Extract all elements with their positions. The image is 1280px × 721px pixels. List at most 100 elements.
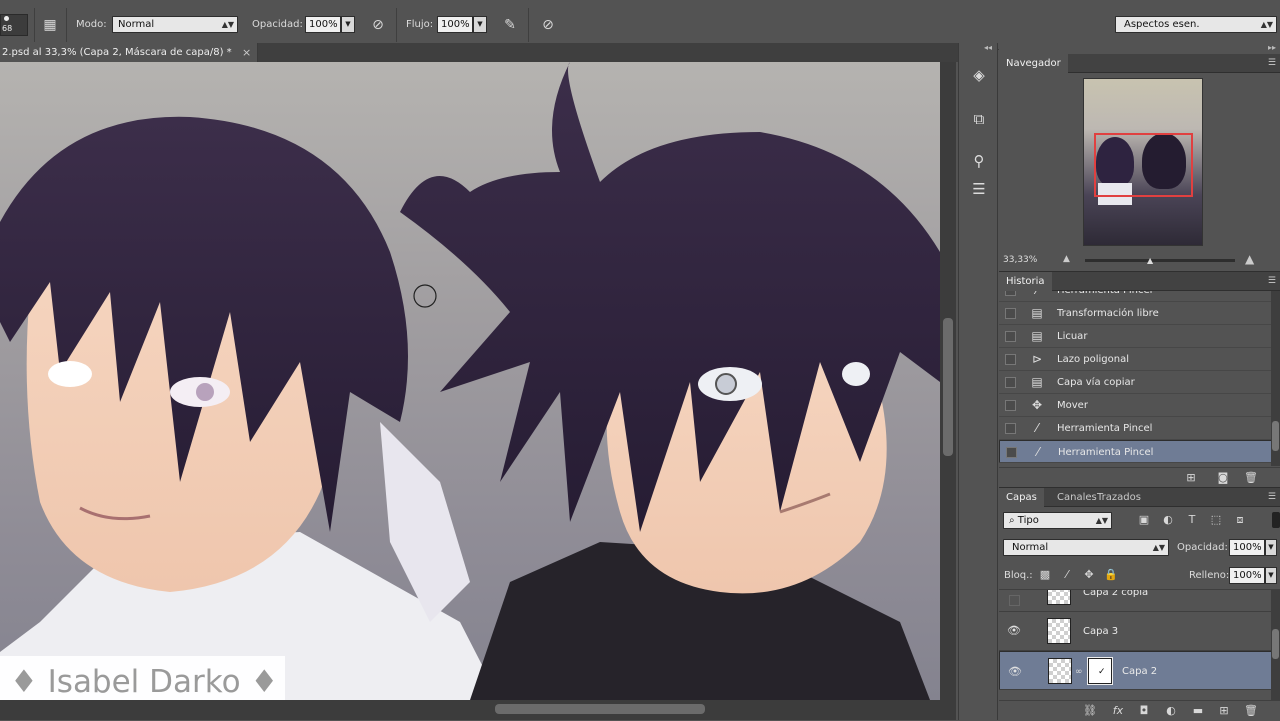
navigator-thumbnail[interactable]	[1083, 78, 1203, 246]
info-panel-icon[interactable]: ◈	[967, 63, 991, 87]
chain-link-icon[interactable]: ∞	[1075, 665, 1083, 680]
history-snapshot-checkbox[interactable]	[1005, 377, 1016, 388]
navigator-zoom-value[interactable]: 33,33%	[1003, 255, 1037, 265]
layers-scrollbar[interactable]	[1271, 589, 1280, 700]
history-snapshot-checkbox[interactable]	[1005, 400, 1016, 411]
visibility-toggle-empty[interactable]	[1009, 595, 1020, 606]
lock-position-icon[interactable]: ✥	[1081, 568, 1097, 581]
airbrush-icon[interactable]: ✎	[500, 15, 520, 35]
filter-smart-object-icon[interactable]: ⧈	[1232, 513, 1248, 527]
blend-mode-value: Normal	[1012, 542, 1049, 553]
fill-input[interactable]: 100%	[1229, 567, 1265, 584]
history-snapshot-checkbox[interactable]	[1005, 291, 1016, 296]
history-item[interactable]: ⊳ Lazo poligonal	[999, 348, 1271, 371]
trash-icon[interactable]: 🗑	[1243, 471, 1259, 484]
zoom-slider[interactable]: ▲	[1085, 256, 1235, 265]
flow-dropdown-button[interactable]: ▼	[473, 16, 487, 33]
mode-select[interactable]: Normal ▲▼	[112, 16, 238, 33]
flow-input[interactable]: 100%	[437, 16, 473, 33]
workspace-select[interactable]: Aspectos esen. ▲▼	[1115, 16, 1277, 33]
blend-mode-select[interactable]: Normal ▲▼	[1003, 539, 1169, 556]
document-tab[interactable]: 2.psd al 33,3% (Capa 2, Máscara de capa/…	[0, 43, 258, 62]
history-item[interactable]: ⁄ Herramienta Pincel	[999, 417, 1271, 440]
history-snapshot-checkbox[interactable]	[1005, 331, 1016, 342]
brush-size-value: 68	[2, 24, 13, 33]
filter-adjustment-icon[interactable]: ◐	[1160, 513, 1176, 526]
pressure-opacity-icon[interactable]: ⊘	[368, 15, 388, 35]
history-item-label: Herramienta Pincel	[1058, 447, 1154, 458]
filter-toggle[interactable]	[1272, 512, 1280, 528]
tab-navigator[interactable]: Navegador	[999, 54, 1068, 73]
layer-row[interactable]: Capa 2 copia	[999, 589, 1271, 612]
history-item[interactable]: ▤ Transformación libre	[999, 302, 1271, 325]
panel-menu-icon[interactable]: ☰	[1268, 492, 1276, 502]
layer-mask-thumbnail[interactable]: ✓	[1087, 657, 1113, 685]
layers-scroll-thumb[interactable]	[1272, 629, 1279, 659]
eye-icon[interactable]: 👁	[1006, 624, 1022, 637]
document-tab-title: 2.psd al 33,3% (Capa 2, Máscara de capa/…	[2, 47, 232, 58]
pressure-size-icon[interactable]: ⊘	[538, 15, 558, 35]
trash-icon[interactable]: 🗑	[1243, 704, 1259, 717]
history-snapshot-checkbox[interactable]	[1005, 354, 1016, 365]
tab-layers[interactable]: Capas	[999, 488, 1044, 507]
layer-style-fx-icon[interactable]: fx	[1110, 704, 1126, 717]
zoom-in-icon[interactable]: ▲	[1245, 252, 1254, 266]
lock-all-icon[interactable]: 🔒	[1103, 568, 1119, 581]
adjust-sliders-icon[interactable]: ☰	[967, 177, 991, 201]
add-mask-icon[interactable]: ◘	[1136, 704, 1152, 717]
collapse-chevron-icon[interactable]: ◂◂	[984, 43, 992, 52]
history-item[interactable]: ✥ Mover	[999, 394, 1271, 417]
new-group-folder-icon[interactable]: ▬	[1190, 704, 1206, 717]
panel-menu-icon[interactable]: ☰	[1268, 58, 1276, 68]
document-canvas[interactable]: ♦ Isabel Darko ♦	[0, 62, 940, 700]
collapse-chevron-icon[interactable]: ▸▸	[1268, 43, 1276, 52]
filter-pixel-icon[interactable]: ▣	[1136, 513, 1152, 526]
opacity-dropdown-button[interactable]: ▼	[341, 16, 355, 33]
brush-panel-toggle-icon[interactable]: ▦	[40, 15, 60, 35]
history-item[interactable]: ▤ Capa vía copiar	[999, 371, 1271, 394]
eye-icon[interactable]: 👁	[1007, 664, 1023, 679]
brush-preset-picker[interactable]: 68	[0, 14, 28, 36]
camera-icon[interactable]: ◙	[1215, 471, 1231, 484]
layer-name: Capa 2 copia	[1083, 589, 1149, 598]
layer-opacity-input[interactable]: 100%	[1229, 539, 1265, 556]
view-area-rectangle[interactable]	[1094, 133, 1193, 197]
filter-shape-icon[interactable]: ⬚	[1208, 513, 1224, 526]
layer-opacity-dropdown[interactable]: ▼	[1265, 539, 1277, 556]
opacity-input[interactable]: 100%	[305, 16, 341, 33]
history-item[interactable]: ▤ Licuar	[999, 325, 1271, 348]
history-item[interactable]: ⁄ Herramienta Pincel	[999, 291, 1271, 302]
lock-transparency-icon[interactable]: ▩	[1037, 568, 1053, 581]
zoom-out-icon[interactable]: ▲	[1063, 254, 1070, 264]
horizontal-scrollbar[interactable]	[0, 700, 956, 720]
history-scrollbar[interactable]	[1271, 291, 1280, 466]
filter-type-icon[interactable]: T	[1184, 513, 1200, 526]
history-snapshot-checkbox[interactable]	[1005, 423, 1016, 434]
layer-filter-select[interactable]: ⌕ Tipo ▲▼	[1003, 512, 1112, 529]
new-document-from-state-icon[interactable]: ⊞	[1183, 471, 1199, 484]
horizontal-scroll-thumb[interactable]	[495, 704, 705, 714]
history-snapshot-checkbox[interactable]	[1005, 308, 1016, 319]
history-item-label: Licuar	[1057, 331, 1088, 342]
layer-row[interactable]: 👁 Capa 3	[999, 612, 1271, 651]
panel-menu-icon[interactable]: ☰	[1268, 276, 1276, 286]
link-layers-icon[interactable]: ⛓	[1082, 704, 1098, 717]
tab-history[interactable]: Historia	[999, 272, 1052, 291]
fill-dropdown[interactable]: ▼	[1265, 567, 1277, 584]
lock-paint-icon[interactable]: ⁄	[1059, 568, 1075, 581]
tab-paths[interactable]: Trazados	[1090, 488, 1148, 507]
document-icon: ▤	[1031, 306, 1043, 320]
brush-presets-icon[interactable]: ⚲	[967, 149, 991, 173]
close-tab-icon[interactable]: ×	[242, 43, 251, 62]
history-scroll-thumb[interactable]	[1272, 421, 1279, 451]
zoom-slider-thumb[interactable]: ▲	[1147, 256, 1153, 265]
adjustment-layer-icon[interactable]: ◐	[1163, 704, 1179, 717]
history-snapshot-checkbox[interactable]	[1006, 447, 1017, 458]
new-layer-icon[interactable]: ⊞	[1216, 704, 1232, 717]
brush-icon: ⁄	[1027, 291, 1047, 302]
clone-source-icon[interactable]: ⧉	[967, 107, 991, 131]
history-item-current[interactable]: ⁄ Herramienta Pincel	[999, 440, 1271, 463]
layer-row-selected[interactable]: 👁 ∞ ✓ Capa 2	[999, 651, 1271, 690]
vertical-scroll-thumb[interactable]	[943, 318, 953, 456]
history-footer: ⊞ ◙ 🗑	[999, 467, 1280, 488]
